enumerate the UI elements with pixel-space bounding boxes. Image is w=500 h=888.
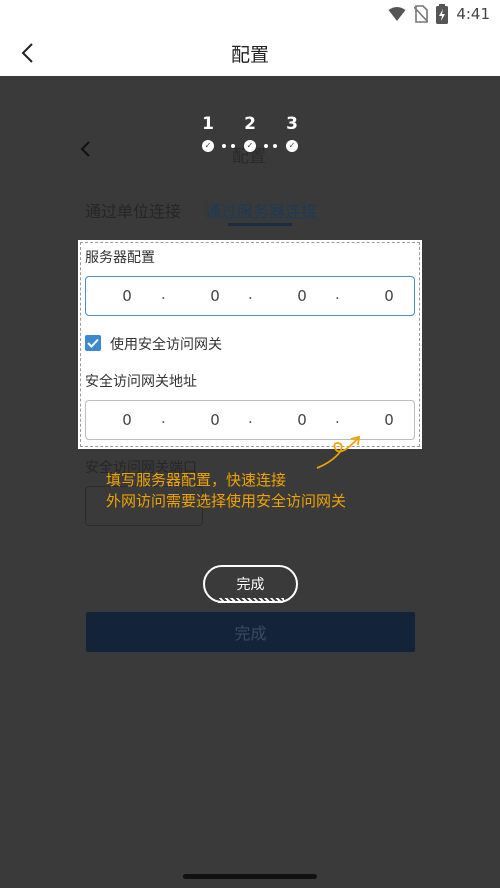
step-number-3: 3 xyxy=(286,114,298,134)
dimmed-back-icon xyxy=(80,141,90,157)
highlighted-server-config: 服务器配置 0 . 0 . 0 . 0 使用安全访问网关 安全访问网关地址 0 … xyxy=(78,240,422,449)
tip-line-2: 外网访问需要选择使用安全访问网关 xyxy=(106,492,347,510)
page-title: 配置 xyxy=(230,44,269,66)
tip-line-1: 填写服务器配置，快速连接 xyxy=(106,471,287,489)
gateway-checkbox[interactable] xyxy=(85,335,101,351)
curly-arrow-icon xyxy=(316,435,361,469)
ip-separator: . xyxy=(161,409,166,427)
step-2-check-icon: ✓ xyxy=(244,140,256,152)
ip-segment-4[interactable]: 0 xyxy=(377,287,401,305)
wifi-icon xyxy=(388,7,406,21)
ip-segment-3[interactable]: 0 xyxy=(290,287,314,305)
active-tab-indicator xyxy=(228,223,292,226)
gateway-address-label: 安全访问网关地址 xyxy=(85,374,197,390)
ip-segment-4[interactable]: 0 xyxy=(377,411,401,429)
status-icons: 4:41 xyxy=(388,4,490,24)
battery-charging-icon xyxy=(436,4,449,24)
step-dot xyxy=(222,144,226,148)
step-indicator: 1 2 3 ✓ ✓ ✓ xyxy=(198,114,304,158)
step-dot xyxy=(231,144,235,148)
step-dot xyxy=(273,144,277,148)
tab-unit-connect: 通过单位连接 xyxy=(85,202,182,221)
ip-separator: . xyxy=(248,409,253,427)
ip-separator: . xyxy=(335,285,340,303)
home-indicator xyxy=(183,874,317,879)
checkmark-icon xyxy=(87,338,99,348)
ip-segment-1[interactable]: 0 xyxy=(115,287,139,305)
ip-separator: . xyxy=(248,285,253,303)
step-3-check-icon: ✓ xyxy=(286,140,298,152)
ip-segment-1[interactable]: 0 xyxy=(115,411,139,429)
dimmed-done-button: 完成 xyxy=(86,612,415,652)
button-hatch-decoration xyxy=(218,598,284,603)
ip-segment-2[interactable]: 0 xyxy=(203,411,227,429)
server-ip-input[interactable]: 0 . 0 . 0 . 0 xyxy=(85,276,415,316)
guide-tip: 填写服务器配置，快速连接 外网访问需要选择使用安全访问网关 xyxy=(106,470,346,512)
gateway-ip-input[interactable]: 0 . 0 . 0 . 0 xyxy=(85,400,415,440)
gateway-checkbox-label[interactable]: 使用安全访问网关 xyxy=(110,334,222,354)
server-config-label: 服务器配置 xyxy=(85,250,155,266)
step-number-2: 2 xyxy=(244,114,256,134)
step-dot xyxy=(264,144,268,148)
tab-server-connect: 通过服务器连接 xyxy=(205,202,318,221)
ip-separator: . xyxy=(161,285,166,303)
ip-segment-2[interactable]: 0 xyxy=(203,287,227,305)
step-number-1: 1 xyxy=(202,114,214,134)
no-sim-icon xyxy=(414,5,429,23)
status-bar: 4:41 xyxy=(0,0,500,30)
app-header: 配置 xyxy=(0,30,500,76)
step-1-check-icon: ✓ xyxy=(202,140,214,152)
ip-segment-3[interactable]: 0 xyxy=(290,411,314,429)
status-time: 4:41 xyxy=(456,5,490,23)
ip-separator: . xyxy=(335,409,340,427)
